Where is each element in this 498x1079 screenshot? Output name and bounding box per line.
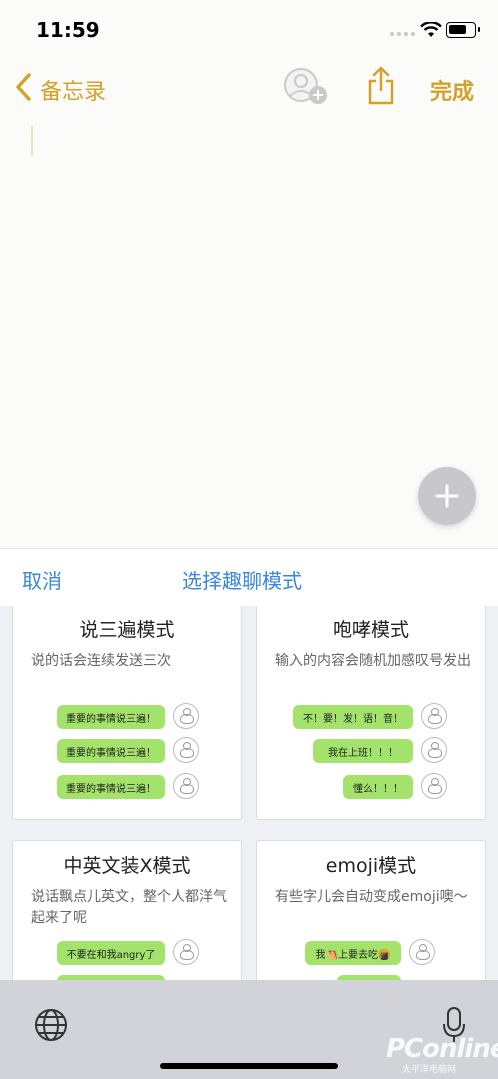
- mode-card-emoji[interactable]: emoji模式 有些字儿会自动变成emoji噢～ 我🐴上要去吃🍘: [256, 840, 486, 980]
- card-description: 说的话会连续发送三次: [31, 653, 171, 669]
- keyboard-bar: PConline 太平洋电脑网: [0, 980, 498, 1079]
- avatar: [421, 773, 447, 799]
- card-title: 说三遍模式: [79, 619, 175, 641]
- battery-icon: [446, 22, 480, 38]
- status-time: 11:59: [36, 18, 100, 42]
- back-button[interactable]: 备忘录: [40, 74, 106, 106]
- share-icon[interactable]: [366, 66, 396, 106]
- sample-bubble: 不要在和我angry了: [57, 941, 165, 965]
- card-description: 说话飘点儿英文，整个人都洋气起来了呢: [31, 889, 227, 926]
- mode-card-grid: 说三遍模式 说的话会连续发送三次 重要的事情说三遍！ 重要的事情说三遍！ 重要的…: [0, 606, 498, 980]
- mode-sheet-header: 取消 选择趣聊模式: [0, 548, 498, 606]
- home-indicator: [160, 1063, 338, 1069]
- add-person-icon[interactable]: [284, 68, 328, 108]
- sample-bubble: 懂么！！！: [343, 775, 413, 799]
- avatar: [173, 737, 199, 763]
- add-attachment-button[interactable]: [418, 467, 476, 525]
- avatar: [409, 939, 435, 965]
- sample-bubble: 不！要！发！语！音！: [293, 705, 413, 729]
- sample-bubble: 重要的事情说三遍！: [57, 775, 165, 799]
- card-description: 输入的内容会随机加感叹号发出: [275, 653, 471, 669]
- sample-bubble: 我在上班！！！: [313, 739, 413, 763]
- sheet-title: 选择趣聊模式: [182, 569, 302, 593]
- watermark-subtitle: 太平洋电脑网: [402, 1065, 457, 1075]
- chevron-left-icon[interactable]: [14, 72, 32, 102]
- mode-card-roar[interactable]: 咆哮模式 输入的内容会随机加感叹号发出 不！要！发！语！音！ 我在上班！！！ 懂…: [256, 606, 486, 820]
- sample-bubble: 我🐴上要去吃🍘: [305, 941, 401, 965]
- avatar: [173, 939, 199, 965]
- card-title: 咆哮模式: [332, 619, 409, 641]
- sample-bubble: 重要的事情说三遍！: [57, 705, 165, 729]
- avatar: [421, 737, 447, 763]
- avatar: [173, 773, 199, 799]
- mode-card-chinglish[interactable]: 中英文装X模式 说话飘点儿英文，整个人都洋气起来了呢 不要在和我angry了: [12, 840, 242, 980]
- status-bar: 11:59: [0, 0, 498, 58]
- card-description: 有些字儿会自动变成emoji噢～: [275, 889, 468, 905]
- nav-bar: 备忘录 完成: [0, 58, 498, 120]
- card-title: 中英文装X模式: [63, 855, 191, 877]
- cellular-signal-icon: [390, 32, 415, 36]
- sample-bubble: 重要的事情说三遍！: [57, 739, 165, 763]
- plus-icon: [435, 484, 459, 508]
- avatar: [173, 703, 199, 729]
- wifi-icon: [420, 22, 442, 37]
- cancel-button[interactable]: 取消: [22, 565, 62, 594]
- text-cursor: [31, 126, 33, 156]
- avatar: [421, 703, 447, 729]
- card-title: emoji模式: [325, 855, 417, 877]
- watermark-logo: PConline: [386, 1034, 498, 1064]
- globe-icon[interactable]: [34, 1008, 68, 1042]
- done-button[interactable]: 完成: [430, 74, 474, 106]
- mode-card-repeat-three[interactable]: 说三遍模式 说的话会连续发送三次 重要的事情说三遍！ 重要的事情说三遍！ 重要的…: [12, 606, 242, 820]
